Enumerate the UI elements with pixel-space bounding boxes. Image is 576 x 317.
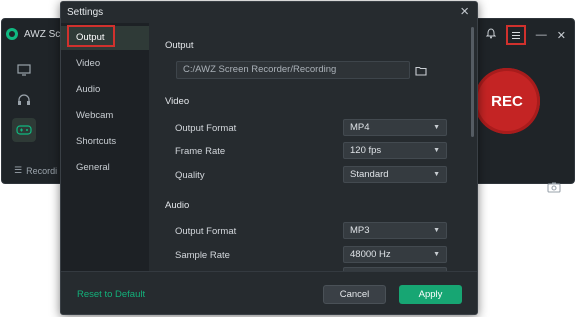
frame-rate-select[interactable]: 120 fps ▼ [343, 142, 447, 159]
app-title-bar: AWZ Sc [6, 26, 60, 42]
dialog-close-icon[interactable]: × [460, 3, 469, 20]
nav-item-shortcuts[interactable]: Shortcuts [61, 130, 149, 154]
cancel-button[interactable]: Cancel [323, 285, 386, 304]
content-scrollbar[interactable] [471, 27, 474, 137]
settings-nav: Output Video Audio Webcam Shortcuts Gene… [61, 23, 149, 271]
menu-button[interactable] [505, 25, 526, 45]
headphones-icon[interactable] [12, 88, 36, 112]
caret-down-icon: ▼ [433, 251, 440, 258]
bell-icon[interactable] [485, 28, 496, 42]
caret-down-icon: ▼ [433, 227, 440, 234]
caret-down-icon: ▼ [433, 124, 440, 131]
audio-format-value: MP3 [350, 225, 370, 236]
app-logo-icon [6, 28, 18, 40]
frame-rate-label: Frame Rate [175, 146, 226, 157]
settings-dialog: Settings × Output Video Audio Webcam Sho… [60, 1, 478, 315]
output-section-title: Output [165, 40, 194, 51]
apply-button[interactable]: Apply [399, 285, 462, 304]
output-path-field[interactable]: C:/AWZ Screen Recorder/Recording [176, 61, 410, 79]
nav-item-general[interactable]: General [61, 156, 149, 180]
video-format-select[interactable]: MP4 ▼ [343, 119, 447, 136]
quality-select[interactable]: Standard ▼ [343, 166, 447, 183]
gamepad-icon[interactable] [12, 118, 36, 142]
settings-content: Output C:/AWZ Screen Recorder/Recording … [149, 23, 476, 271]
nav-item-webcam[interactable]: Webcam [61, 104, 149, 128]
sample-rate-select[interactable]: 48000 Hz ▼ [343, 246, 447, 263]
caret-down-icon: ▼ [433, 147, 440, 154]
close-icon[interactable]: ✕ [557, 29, 566, 42]
quality-label: Quality [175, 170, 205, 181]
quality-value: Standard [350, 169, 389, 180]
dialog-footer: Reset to Default Cancel Apply [61, 271, 477, 314]
nav-item-video[interactable]: Video [61, 52, 149, 76]
rec-button[interactable]: REC [474, 68, 540, 134]
reset-to-default-link[interactable]: Reset to Default [77, 289, 145, 300]
video-section-title: Video [165, 96, 190, 107]
video-format-label: Output Format [175, 123, 237, 134]
frame-rate-value: 120 fps [350, 145, 382, 156]
minimize-icon[interactable]: — [536, 29, 547, 41]
app-window-controls: — ✕ [485, 25, 566, 45]
audio-section-title: Audio [165, 200, 190, 211]
sample-rate-label: Sample Rate [175, 250, 230, 261]
folder-icon[interactable] [415, 63, 429, 76]
nav-item-audio[interactable]: Audio [61, 78, 149, 102]
app-sidebar [2, 50, 60, 160]
nav-highlight-box [67, 25, 115, 47]
monitor-icon[interactable] [12, 58, 36, 82]
camera-icon[interactable] [547, 182, 561, 196]
hamburger-icon [511, 31, 520, 39]
audio-format-label: Output Format [175, 226, 237, 237]
recordings-label[interactable]: Recordi [26, 166, 57, 176]
app-footer: ☰ Recordi [14, 165, 57, 176]
audio-format-select[interactable]: MP3 ▼ [343, 222, 447, 239]
dialog-title: Settings [67, 7, 104, 18]
app-title: AWZ Sc [24, 28, 61, 40]
sample-rate-value: 48000 Hz [350, 249, 391, 260]
video-format-value: MP4 [350, 122, 370, 133]
caret-down-icon: ▼ [433, 171, 440, 178]
list-icon[interactable]: ☰ [14, 165, 22, 176]
